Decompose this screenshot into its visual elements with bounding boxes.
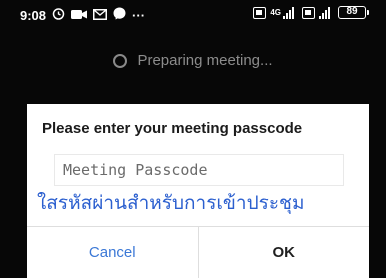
lte-label: 4G: [270, 8, 281, 17]
cancel-button[interactable]: Cancel: [27, 227, 199, 278]
more-notifications-icon: ···: [132, 7, 146, 23]
signal-strength-icon: [283, 6, 294, 19]
loading-spinner-icon: [113, 53, 128, 68]
signal-strength-2-icon: [319, 6, 330, 19]
status-right: 4G 89: [253, 6, 369, 19]
battery-level: 89: [346, 6, 358, 17]
messenger-icon: [113, 7, 126, 23]
passcode-input[interactable]: [54, 154, 344, 186]
dialog-button-row: Cancel OK: [27, 226, 369, 278]
passcode-dialog: Please enter your meeting passcode ใสรหั…: [27, 104, 369, 278]
status-bar: 9:08 ··· 4G 89: [0, 0, 386, 30]
video-icon: [71, 8, 88, 23]
status-left: 9:08 ···: [20, 7, 145, 23]
clock: 9:08: [20, 7, 47, 23]
sim-icon: [253, 6, 267, 19]
dialog-title: Please enter your meeting passcode: [42, 120, 303, 137]
preparing-status: Preparing meeting...: [0, 52, 386, 69]
preparing-text: Preparing meeting...: [137, 52, 273, 69]
battery-icon: 89: [338, 6, 369, 19]
sim-2-icon: [302, 6, 315, 19]
thai-annotation: ใสรหัสผ่านสำหรับการเข้าประชุม: [37, 192, 305, 214]
timer-icon: [52, 7, 65, 23]
ok-button[interactable]: OK: [198, 227, 369, 278]
mail-icon: [93, 8, 108, 23]
